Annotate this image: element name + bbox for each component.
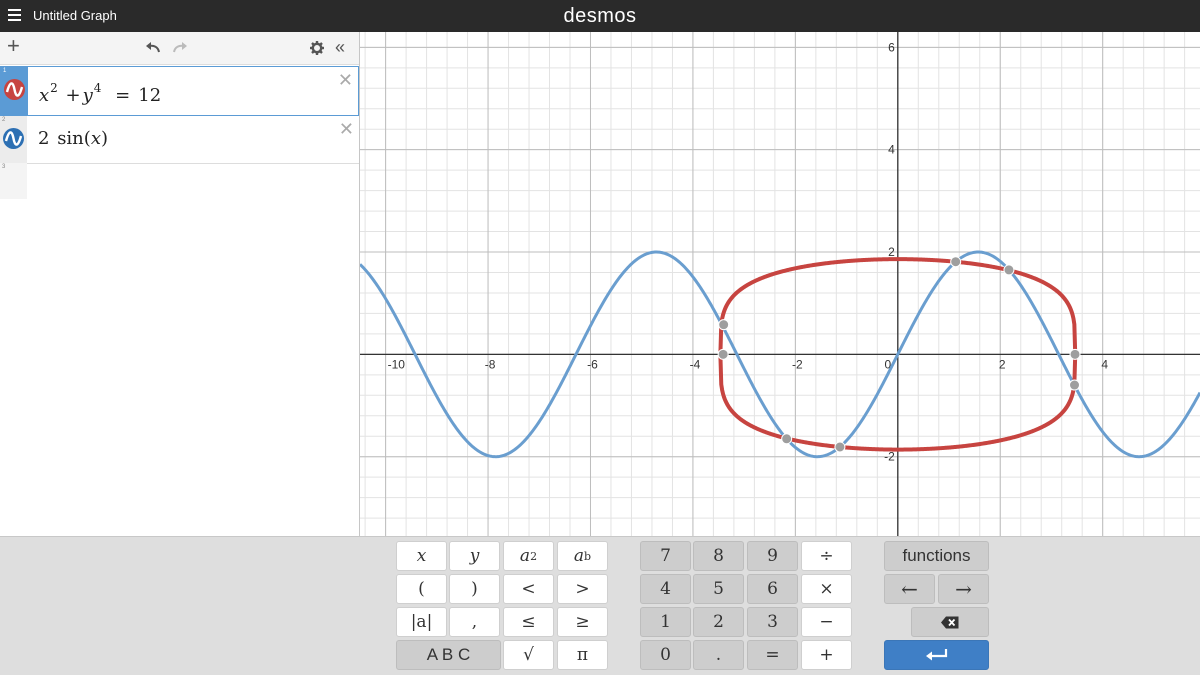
x-tick-label: -10 [388, 357, 406, 371]
y-tick-label: 4 [888, 143, 895, 157]
key-greater-than[interactable]: > [557, 574, 608, 604]
math-equals: = [115, 85, 131, 106]
key-minus[interactable]: − [801, 607, 852, 637]
y-tick-label: 2 [888, 245, 895, 259]
key-9[interactable]: 9 [747, 541, 798, 571]
backspace-button[interactable] [911, 607, 989, 637]
key-4[interactable]: 4 [640, 574, 691, 604]
expression-list: + « 1 x2 + y4 = 12 ✕ 2 2 sin(x) ✕ 3 [0, 32, 360, 569]
enter-icon [925, 649, 947, 661]
math-exponent: 4 [93, 81, 102, 95]
x-tick-label: -6 [587, 357, 598, 371]
math-constant: 2 [38, 128, 50, 149]
x-tick-label: 4 [1101, 357, 1108, 371]
intersection-point [1003, 264, 1015, 276]
x-tick-label: -4 [690, 357, 701, 371]
key-open-paren[interactable]: ( [396, 574, 447, 604]
graph-paper[interactable]: -10-8-6-4-20246642-2 [360, 32, 1200, 536]
intersection-point [781, 433, 793, 445]
y-tick-label: 6 [888, 40, 895, 54]
top-bar: Untitled Graph desmos [0, 0, 1200, 32]
undo-icon[interactable] [145, 42, 161, 54]
key-8[interactable]: 8 [693, 541, 744, 571]
empty-expression-row[interactable]: 3 [0, 163, 27, 199]
key-decimal[interactable]: . [693, 640, 744, 670]
intersection-point [717, 348, 729, 360]
math-y: y [82, 85, 93, 106]
x-tick-label: -8 [485, 357, 496, 371]
key-sqrt[interactable]: √ [503, 640, 554, 670]
x-tick-label: 2 [999, 357, 1006, 371]
key-6[interactable]: 6 [747, 574, 798, 604]
key-comma[interactable]: , [449, 607, 500, 637]
graph-toggle-icon[interactable] [3, 128, 24, 149]
key-equals[interactable]: = [747, 640, 798, 670]
key-pi[interactable]: π [557, 640, 608, 670]
y-tick-label: -2 [884, 450, 895, 464]
expression-math[interactable]: 2 sin(x) [38, 128, 108, 149]
key-abc[interactable]: A B C [396, 640, 501, 670]
math-x: x [90, 128, 101, 149]
expression-tab: 1 [1, 67, 28, 115]
key-5[interactable]: 5 [693, 574, 744, 604]
graph-canvas[interactable]: -10-8-6-4-20246642-2 [360, 32, 1200, 536]
delete-expression-icon[interactable]: ✕ [339, 120, 354, 138]
expression-tab: 2 [0, 116, 27, 163]
desmos-logo: desmos [563, 5, 637, 27]
key-3[interactable]: 3 [747, 607, 798, 637]
expression-number: 3 [2, 164, 6, 170]
key-a-power-b[interactable]: ab [557, 541, 608, 571]
math-constant: 12 [138, 85, 162, 106]
intersection-point [1069, 379, 1081, 391]
key-divide[interactable]: ÷ [801, 541, 852, 571]
key-multiply[interactable]: × [801, 574, 852, 604]
key-a-squared[interactable]: a2 [503, 541, 554, 571]
x-tick-label: -2 [792, 357, 803, 371]
key-less-equal[interactable]: ≤ [503, 607, 554, 637]
desmos-app: Untitled Graph desmos + « 1 x2 + y4 = 12… [0, 0, 1200, 675]
collapse-panel-icon[interactable]: « [335, 37, 345, 57]
intersection-point [950, 256, 962, 268]
key-2[interactable]: 2 [693, 607, 744, 637]
key-0[interactable]: 0 [640, 640, 691, 670]
expression-math[interactable]: x2 + y4 = 12 [39, 81, 161, 106]
expression-row-1[interactable]: 1 x2 + y4 = 12 ✕ [0, 66, 359, 116]
math-function: sin [57, 128, 84, 149]
settings-gear-icon[interactable] [310, 41, 324, 55]
key-less-than[interactable]: < [503, 574, 554, 604]
key-close-paren[interactable]: ) [449, 574, 500, 604]
math-operator: + [65, 85, 81, 106]
right-arrow-button[interactable]: → [938, 574, 989, 604]
expression-toolbar: + « [0, 32, 359, 65]
add-item-icon[interactable]: + [7, 35, 20, 57]
math-paren: ) [100, 128, 108, 149]
enter-button[interactable] [884, 640, 989, 670]
math-exponent: 2 [50, 81, 58, 95]
expression-row-2[interactable]: 2 2 sin(x) ✕ [0, 116, 359, 164]
expression-number: 1 [3, 68, 7, 74]
math-paren: ( [83, 128, 91, 149]
math-keypad: x y a 2 a b () < > |a|, ≤ ≥ A B C √ π 7 8 9 ÷ 4 5 6 × 1 2 3− 0. = +… [0, 536, 1200, 675]
graph-toggle-icon[interactable] [4, 79, 25, 100]
key-y[interactable]: y [449, 541, 500, 571]
intersection-point [1069, 348, 1081, 360]
key-1[interactable]: 1 [640, 607, 691, 637]
key-greater-equal[interactable]: ≥ [557, 607, 608, 637]
delete-expression-icon[interactable]: ✕ [338, 71, 353, 89]
key-abs[interactable]: |a| [396, 607, 447, 637]
expression-number: 2 [2, 117, 6, 123]
functions-button[interactable]: functions [884, 541, 989, 571]
backspace-icon [941, 616, 959, 628]
redo-icon[interactable] [172, 42, 188, 54]
intersection-point [834, 441, 846, 453]
math-x: x [39, 85, 50, 106]
intersection-point [718, 319, 730, 331]
key-plus[interactable]: + [801, 640, 852, 670]
left-arrow-button[interactable]: ← [884, 574, 935, 604]
key-7[interactable]: 7 [640, 541, 691, 571]
key-x[interactable]: x [396, 541, 447, 571]
